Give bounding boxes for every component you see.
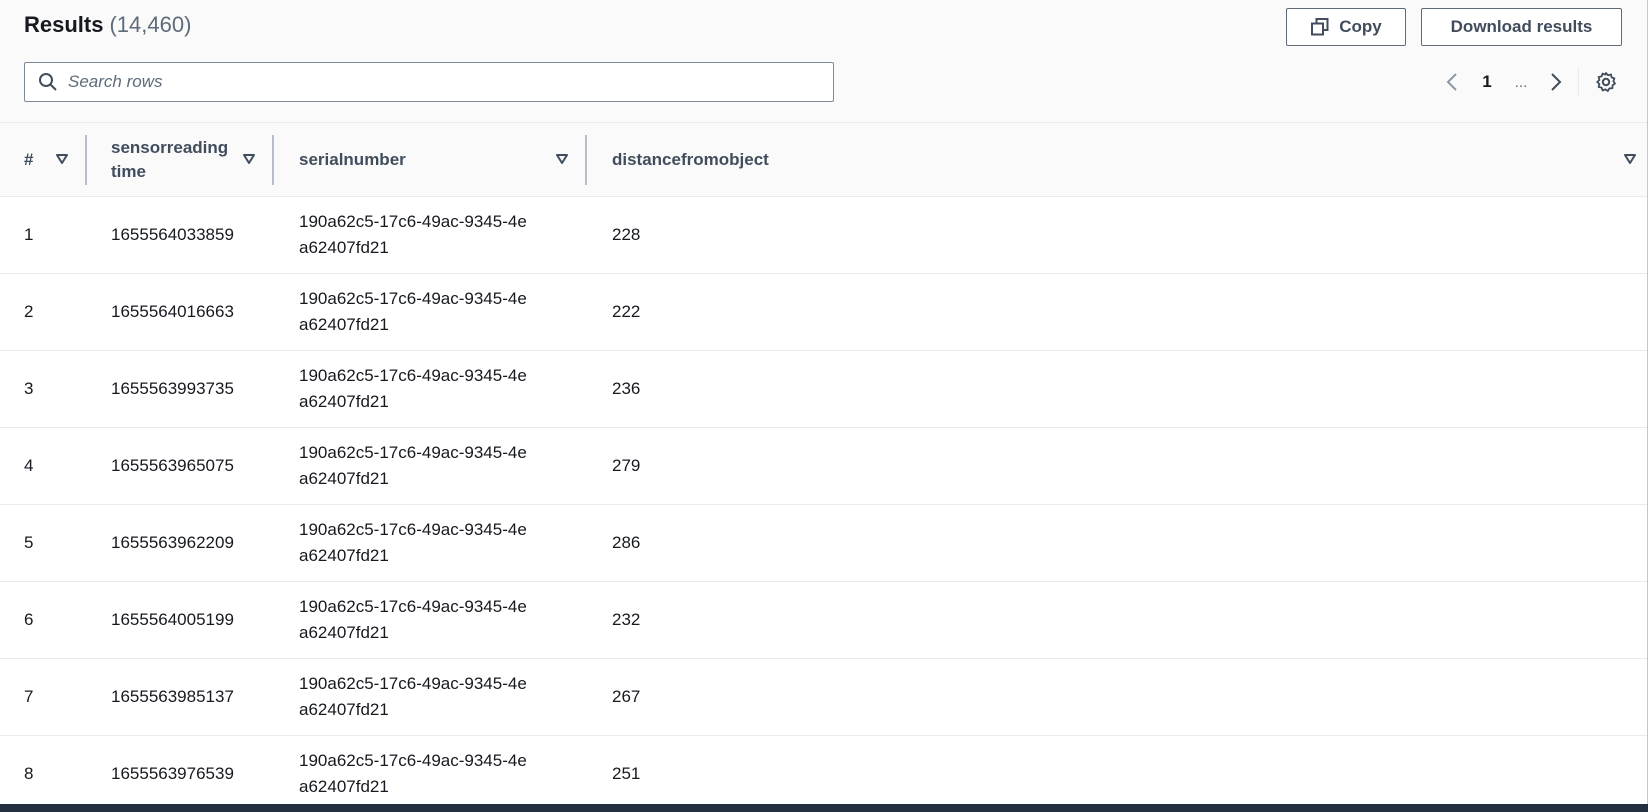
footer-bar (0, 804, 1648, 812)
cell-distancefromobject: 267 (587, 658, 1647, 736)
cell-row-number: 6 (0, 581, 87, 659)
column-label-row-number: # (24, 149, 34, 169)
cell-sensorreadingtime: 1655563962209 (87, 504, 274, 582)
search-rows-field[interactable] (24, 62, 834, 102)
cell-serialnumber-text: 190a62c5-17c6-49ac-9345-4ea62407fd21 (299, 674, 527, 719)
cell-serialnumber-text: 190a62c5-17c6-49ac-9345-4ea62407fd21 (299, 289, 527, 334)
cell-distancefromobject: 251 (587, 735, 1647, 804)
cell-sensorreadingtime: 1655564033859 (87, 196, 274, 274)
results-title-label: Results (24, 12, 104, 37)
column-header-row-number[interactable]: # (0, 123, 87, 197)
column-header-sensorreadingtime[interactable]: sensorreading time (87, 123, 274, 197)
results-count: (14,460) (109, 12, 192, 37)
chevron-right-icon (1551, 73, 1562, 91)
sort-caret-down-icon[interactable] (241, 151, 257, 167)
table-header: # sensorreading time serialnumber distan… (0, 123, 1647, 197)
cell-distancefromobject: 222 (587, 273, 1647, 351)
cell-serialnumber: 190a62c5-17c6-49ac-9345-4ea62407fd21 (274, 350, 587, 428)
cell-row-number: 4 (0, 427, 87, 505)
header-row: # sensorreading time serialnumber distan… (0, 123, 1647, 197)
cell-distancefromobject: 286 (587, 504, 1647, 582)
cell-serialnumber: 190a62c5-17c6-49ac-9345-4ea62407fd21 (274, 658, 587, 736)
search-rows-input[interactable] (68, 72, 808, 92)
cell-sensorreadingtime: 1655564016663 (87, 273, 274, 351)
cell-distancefromobject: 236 (587, 350, 1647, 428)
cell-serialnumber-text: 190a62c5-17c6-49ac-9345-4ea62407fd21 (299, 366, 527, 411)
sort-caret-down-icon[interactable] (54, 151, 70, 167)
cell-row-number: 2 (0, 273, 87, 351)
results-title: Results (14,460) (24, 10, 191, 40)
column-label-sensorreadingtime: sensorreading time (111, 137, 229, 181)
cell-serialnumber-text: 190a62c5-17c6-49ac-9345-4ea62407fd21 (299, 443, 527, 488)
column-label-distancefromobject: distancefromobject (612, 149, 769, 169)
cell-serialnumber-text: 190a62c5-17c6-49ac-9345-4ea62407fd21 (299, 520, 527, 565)
column-label-serialnumber: serialnumber (299, 149, 406, 169)
table-row: 6 1655564005199 190a62c5-17c6-49ac-9345-… (0, 581, 1647, 659)
cell-sensorreadingtime: 1655564005199 (87, 581, 274, 659)
table-body: 1 1655564033859 190a62c5-17c6-49ac-9345-… (0, 196, 1647, 804)
cell-sensorreadingtime: 1655563985137 (87, 658, 274, 736)
previous-page-button[interactable] (1443, 70, 1461, 94)
cell-row-number: 7 (0, 658, 87, 736)
cell-row-number: 8 (0, 735, 87, 804)
sort-caret-down-icon[interactable] (1622, 151, 1638, 167)
cell-distancefromobject: 232 (587, 581, 1647, 659)
cell-sensorreadingtime: 1655563976539 (87, 735, 274, 804)
table-row: 1 1655564033859 190a62c5-17c6-49ac-9345-… (0, 196, 1647, 274)
gear-icon (1596, 72, 1616, 92)
page-number-1[interactable]: 1 (1480, 70, 1494, 94)
next-page-button[interactable] (1547, 70, 1565, 94)
download-results-button[interactable]: Download results (1421, 8, 1622, 46)
sort-caret-down-icon[interactable] (554, 151, 570, 167)
table-row: 4 1655563965075 190a62c5-17c6-49ac-9345-… (0, 427, 1647, 505)
preferences-button[interactable] (1594, 70, 1618, 94)
cell-serialnumber-text: 190a62c5-17c6-49ac-9345-4ea62407fd21 (299, 212, 527, 257)
cell-serialnumber: 190a62c5-17c6-49ac-9345-4ea62407fd21 (274, 504, 587, 582)
cell-row-number: 5 (0, 504, 87, 582)
pagination-ellipsis: ... (1514, 74, 1528, 91)
cell-distancefromobject: 228 (587, 196, 1647, 274)
download-results-button-label: Download results (1450, 17, 1593, 36)
cell-sensorreadingtime: 1655563965075 (87, 427, 274, 505)
cell-serialnumber: 190a62c5-17c6-49ac-9345-4ea62407fd21 (274, 273, 587, 351)
cell-distancefromobject: 279 (587, 427, 1647, 505)
table-row: 3 1655563993735 190a62c5-17c6-49ac-9345-… (0, 350, 1647, 428)
pager-divider (1578, 68, 1579, 96)
copy-button[interactable]: Copy (1286, 8, 1406, 46)
cell-serialnumber: 190a62c5-17c6-49ac-9345-4ea62407fd21 (274, 196, 587, 274)
cell-sensorreadingtime: 1655563993735 (87, 350, 274, 428)
cell-serialnumber: 190a62c5-17c6-49ac-9345-4ea62407fd21 (274, 735, 587, 804)
copy-button-label: Copy (1339, 17, 1382, 36)
cell-row-number: 3 (0, 350, 87, 428)
results-table-container: # sensorreading time serialnumber distan… (0, 122, 1647, 804)
table-row: 7 1655563985137 190a62c5-17c6-49ac-9345-… (0, 658, 1647, 736)
chevron-left-icon (1446, 73, 1457, 91)
copy-icon (1310, 17, 1330, 37)
results-panel: Results (14,460) Copy Download results S… (0, 0, 1648, 804)
column-header-distancefromobject[interactable]: distancefromobject (587, 123, 1647, 197)
results-page: Results (14,460) Copy Download results S… (0, 0, 1648, 812)
search-icon (38, 72, 58, 92)
cell-row-number: 1 (0, 196, 87, 274)
cell-serialnumber-text: 190a62c5-17c6-49ac-9345-4ea62407fd21 (299, 597, 527, 642)
column-header-serialnumber[interactable]: serialnumber (274, 123, 587, 197)
cell-serialnumber: 190a62c5-17c6-49ac-9345-4ea62407fd21 (274, 427, 587, 505)
table-row: 5 1655563962209 190a62c5-17c6-49ac-9345-… (0, 504, 1647, 582)
cell-serialnumber-text: 190a62c5-17c6-49ac-9345-4ea62407fd21 (299, 751, 527, 796)
cell-serialnumber: 190a62c5-17c6-49ac-9345-4ea62407fd21 (274, 581, 587, 659)
table-row: 8 1655563976539 190a62c5-17c6-49ac-9345-… (0, 735, 1647, 804)
table-row: 2 1655564016663 190a62c5-17c6-49ac-9345-… (0, 273, 1647, 351)
results-header: Results (14,460) Copy Download results S… (0, 0, 1647, 122)
results-table: # sensorreading time serialnumber distan… (0, 123, 1647, 804)
